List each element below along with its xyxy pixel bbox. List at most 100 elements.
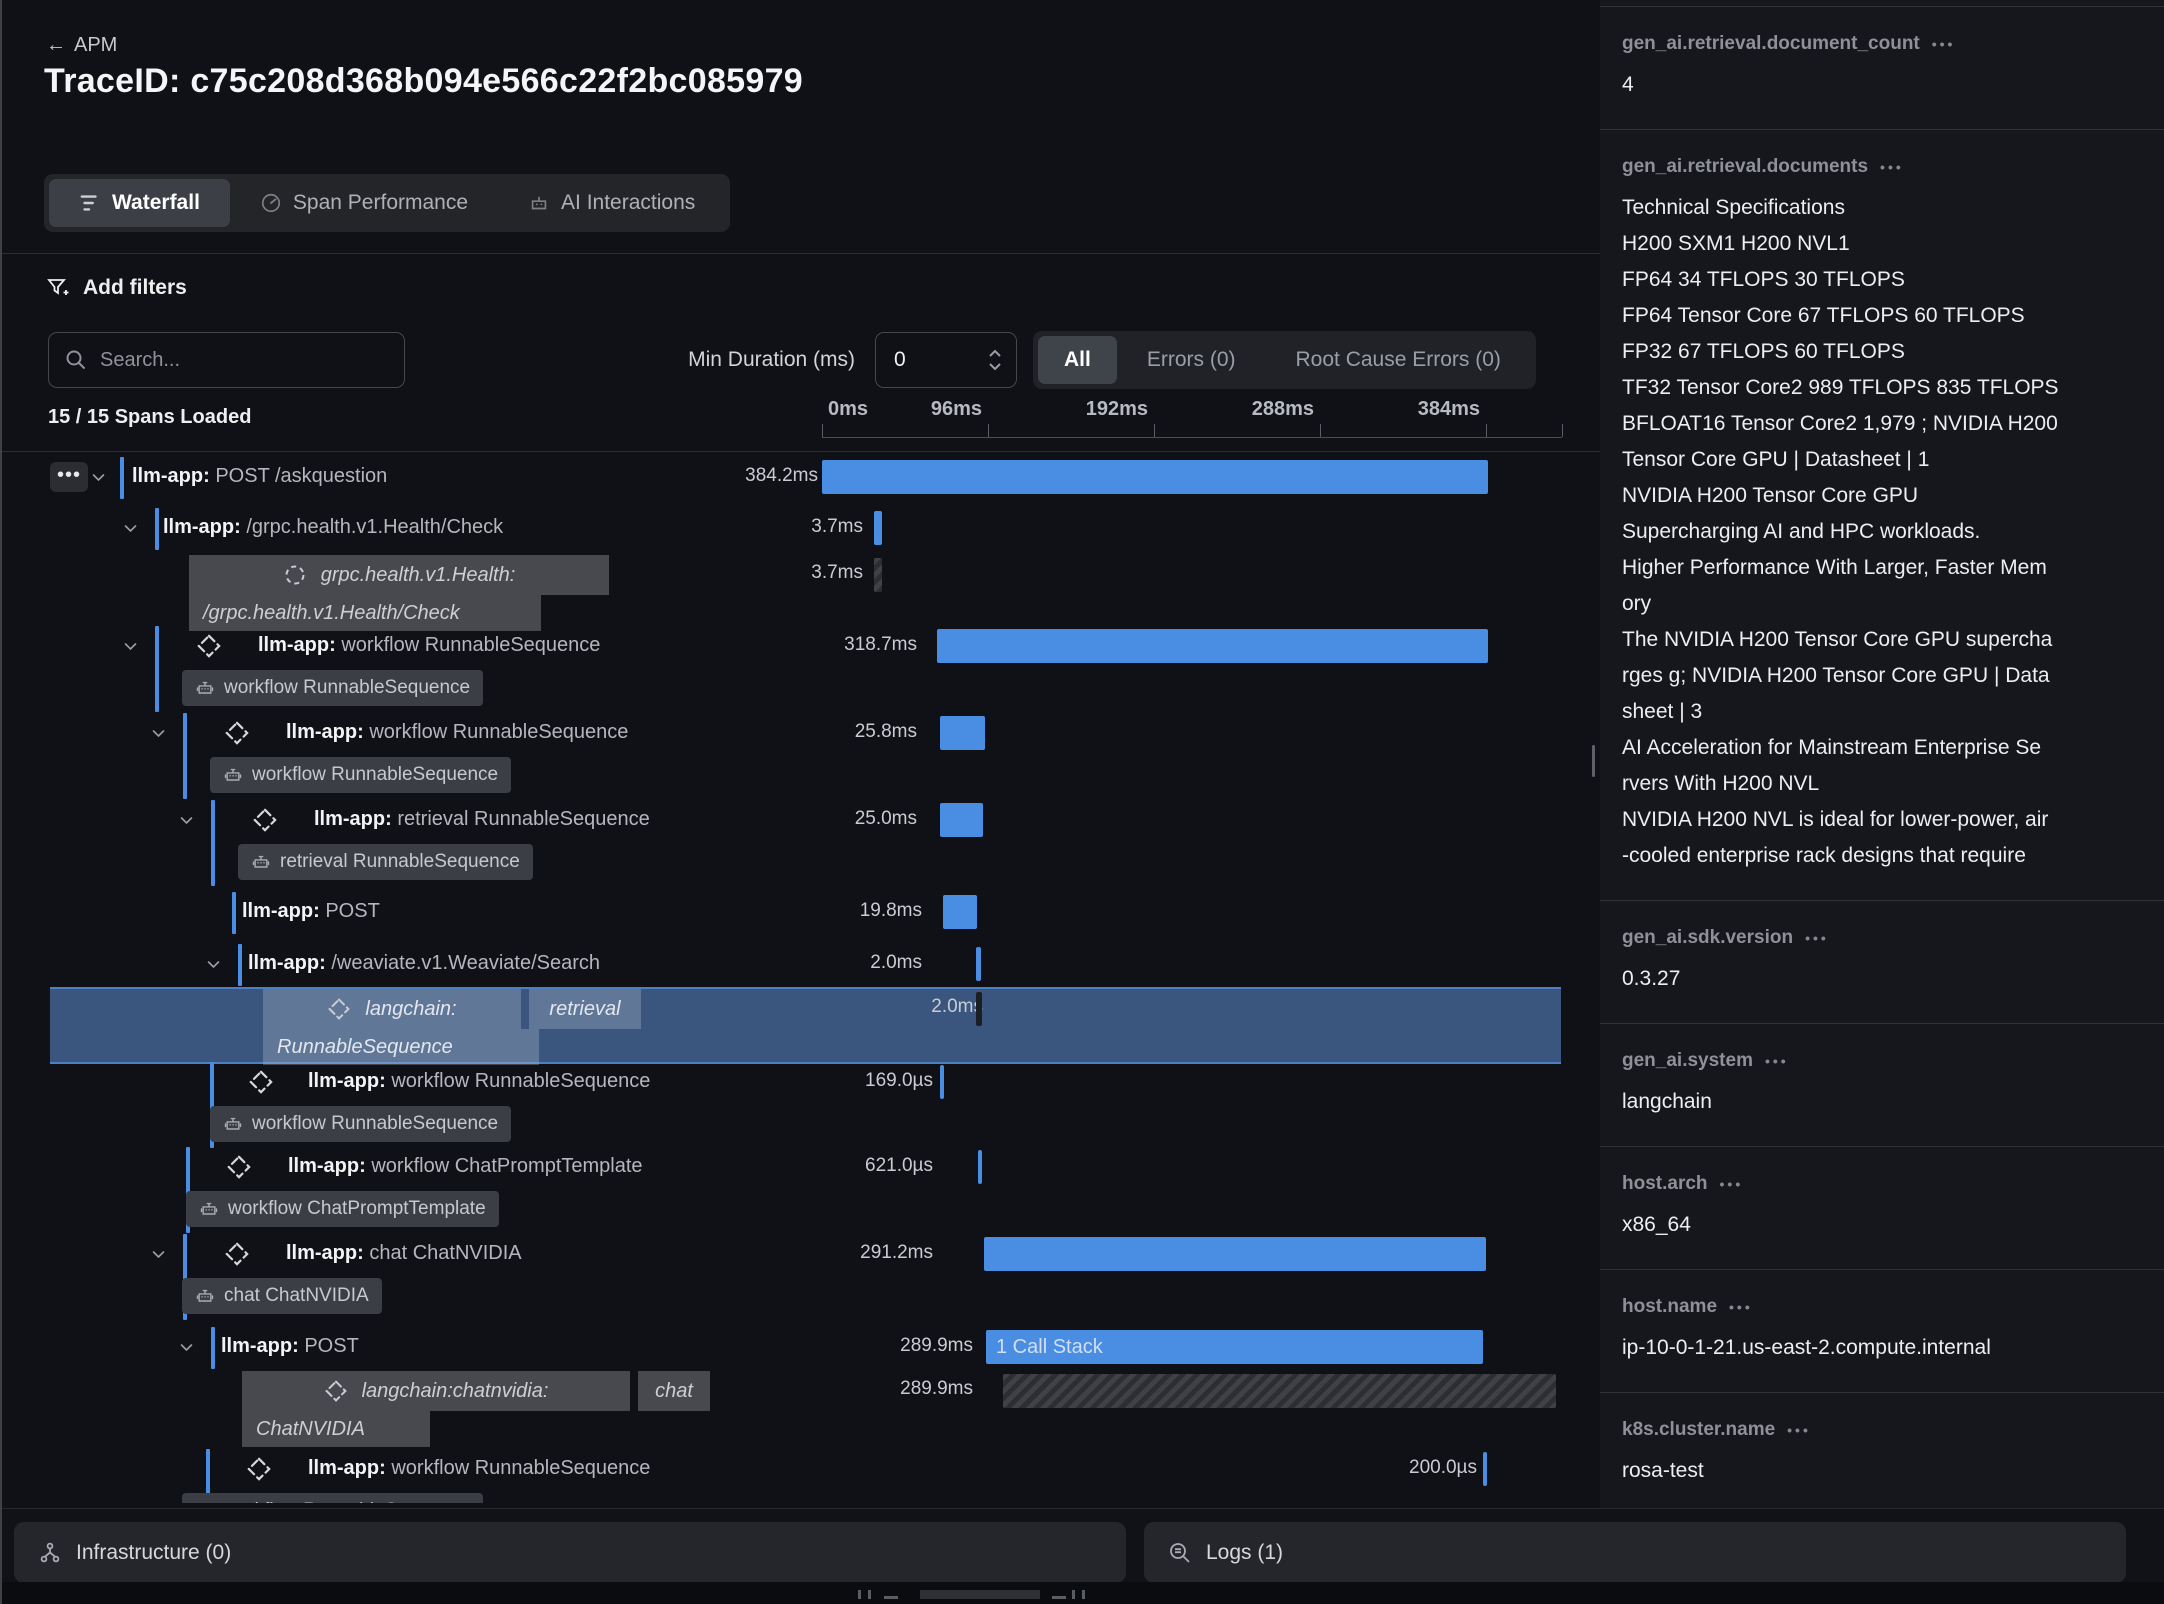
duration-bar[interactable]: [984, 1237, 1486, 1271]
span-duration: 289.9ms: [900, 1378, 973, 1400]
duration-bar[interactable]: [874, 558, 882, 592]
ghost-span-box[interactable]: langchain:: [263, 989, 521, 1029]
infrastructure-button[interactable]: Infrastructure (0): [14, 1522, 1126, 1583]
service-name: llm-app:: [308, 1070, 386, 1092]
segment-errors-0-[interactable]: Errors (0): [1117, 336, 1266, 384]
attribute-section: host.name•••ip-10-0-1-21.us-east-2.compu…: [1600, 1270, 2164, 1393]
tab-span-performance[interactable]: Span Performance: [230, 179, 498, 227]
duration-bar[interactable]: [976, 992, 982, 1026]
attribute-options-icon[interactable]: •••: [1765, 1053, 1789, 1069]
chip-robot-icon: [195, 678, 215, 698]
clipped-bottom-strip: [0, 1582, 2164, 1604]
duration-bar[interactable]: [874, 511, 882, 545]
duration-bar[interactable]: [976, 947, 981, 981]
duration-bar[interactable]: 1 Call Stack: [986, 1330, 1483, 1364]
panel-resize-handle[interactable]: [1592, 745, 1595, 777]
span-row[interactable]: llm-app: /weaviate.v1.Weaviate/Search2.0…: [0, 942, 1600, 986]
span-row-ghost[interactable]: grpc.health.v1.Health: /grpc.health.v1.He…: [0, 553, 1600, 631]
span-tag-chip[interactable]: workflow RunnableSequence: [182, 670, 483, 706]
span-tag-chip[interactable]: workflow RunnableSequence: [210, 757, 511, 793]
attribute-options-icon[interactable]: •••: [1720, 1176, 1744, 1192]
duration-bar[interactable]: [943, 895, 977, 929]
span-operation: chat ChatNVIDIA: [364, 1242, 522, 1264]
logs-search-icon: [1168, 1541, 1192, 1565]
diamond-icon: [248, 1069, 274, 1095]
span-row-ghost[interactable]: langchain:chatnvidia:chat ChatNVIDIA 289.9…: [0, 1369, 1600, 1445]
collapse-chevron[interactable]: [90, 469, 107, 486]
span-tag-chip[interactable]: workflow RunnableSequence: [182, 1493, 483, 1503]
infrastructure-label: Infrastructure (0): [76, 1541, 231, 1565]
ghost-span-text-line2: /grpc.health.v1.Health/Check: [203, 602, 460, 625]
collapse-chevron[interactable]: [122, 520, 139, 537]
attribute-section: gen_ai.system•••langchain: [1600, 1024, 2164, 1147]
attribute-key: gen_ai.retrieval.documents: [1622, 156, 1868, 178]
ghost-span-box[interactable]: langchain:chatnvidia:: [242, 1371, 630, 1411]
attribute-options-icon[interactable]: •••: [1880, 159, 1904, 175]
span-row[interactable]: llm-app: workflow RunnableSequence200.0µ…: [0, 1447, 1600, 1491]
row-options-button[interactable]: •••: [50, 462, 88, 492]
duration-bar[interactable]: [940, 716, 985, 750]
collapse-chevron[interactable]: [150, 1246, 167, 1263]
add-filters-button[interactable]: Add filters: [46, 276, 187, 300]
attribute-options-icon[interactable]: •••: [1805, 930, 1829, 946]
collapse-chevron[interactable]: [205, 956, 222, 973]
span-row[interactable]: llm-app: workflow RunnableSequence318.7m…: [0, 624, 1600, 668]
attribute-options-icon[interactable]: •••: [1787, 1422, 1811, 1438]
ghost-span-chip[interactable]: retrieval: [529, 989, 641, 1029]
span-row[interactable]: llm-app: workflow RunnableSequence25.8ms…: [0, 711, 1600, 755]
apm-trace-page: { "header": { "back_label": "APM", "titl…: [0, 0, 2164, 1604]
duration-bar[interactable]: [940, 1065, 944, 1099]
segment-root-cause-errors-0-[interactable]: Root Cause Errors (0): [1266, 336, 1531, 384]
duration-bar[interactable]: [978, 1150, 982, 1184]
duration-bar[interactable]: [1003, 1374, 1556, 1408]
span-tag-chip[interactable]: retrieval RunnableSequence: [238, 844, 533, 880]
duration-bar[interactable]: [822, 460, 1488, 494]
attribute-section: gen_ai.retrieval.documents•••Technical S…: [1600, 130, 2164, 901]
axis-baseline: [822, 437, 1562, 438]
min-duration-input[interactable]: 0: [875, 332, 1017, 388]
ghost-span-box-line2[interactable]: ChatNVIDIA: [242, 1411, 430, 1447]
stepper-up-icon[interactable]: [988, 349, 1002, 358]
span-duration: 291.2ms: [860, 1242, 933, 1264]
ghost-span-chip[interactable]: chat: [638, 1371, 710, 1411]
collapse-chevron[interactable]: [178, 1339, 195, 1356]
span-row[interactable]: •••llm-app: POST /askquestion384.2ms: [0, 455, 1600, 499]
span-operation: POST: [320, 900, 380, 922]
min-duration-label: Min Duration (ms): [600, 332, 855, 388]
duration-bar[interactable]: [937, 629, 1488, 663]
span-tag-chip[interactable]: workflow RunnableSequence: [210, 1106, 511, 1142]
collapse-chevron[interactable]: [122, 638, 139, 655]
duration-bar[interactable]: [940, 803, 983, 837]
span-row[interactable]: llm-app: POST289.9ms1 Call Stack: [0, 1325, 1600, 1369]
span-row-selected[interactable]: langchain:retrievalRunnableSequence2.0ms: [0, 987, 1600, 1064]
tab-ai-interactions[interactable]: AI Interactions: [498, 179, 725, 227]
collapse-chevron[interactable]: [178, 812, 195, 829]
chevron-down-icon: [178, 1339, 195, 1356]
span-row[interactable]: llm-app: /grpc.health.v1.Health/Check3.7…: [0, 506, 1600, 550]
span-row[interactable]: llm-app: chat ChatNVIDIA291.2mschat Chat…: [0, 1232, 1600, 1276]
back-to-apm-link[interactable]: ← APM: [46, 34, 117, 57]
span-row[interactable]: llm-app: retrieval RunnableSequence25.0m…: [0, 798, 1600, 842]
search-input[interactable]: Search...: [48, 332, 405, 388]
span-row[interactable]: llm-app: workflow RunnableSequence169.0µ…: [0, 1060, 1600, 1104]
ghost-span-box[interactable]: grpc.health.v1.Health:: [189, 555, 609, 595]
span-tag-chip[interactable]: chat ChatNVIDIA: [182, 1278, 382, 1314]
segment-all[interactable]: All: [1038, 336, 1117, 384]
langchain-diamond-icon: [246, 1456, 272, 1482]
chip-label: workflow ChatPromptTemplate: [228, 1198, 486, 1220]
divider: [0, 253, 1600, 254]
span-row[interactable]: llm-app: workflow ChatPromptTemplate621.…: [0, 1145, 1600, 1189]
span-row[interactable]: llm-app: POST19.8ms: [0, 890, 1600, 934]
collapse-chevron[interactable]: [150, 725, 167, 742]
stepper-down-icon[interactable]: [988, 362, 1002, 371]
dashed-circle-icon: [283, 563, 307, 587]
logs-button[interactable]: Logs (1): [1144, 1522, 2126, 1583]
tab-waterfall[interactable]: Waterfall: [49, 179, 230, 227]
duration-bar[interactable]: [1483, 1452, 1487, 1486]
span-duration: 25.0ms: [855, 808, 917, 830]
span-tag-chip[interactable]: workflow ChatPromptTemplate: [186, 1191, 499, 1227]
attribute-options-icon[interactable]: •••: [1932, 36, 1956, 52]
stepper-arrows[interactable]: [988, 349, 1016, 371]
attribute-options-icon[interactable]: •••: [1729, 1299, 1753, 1315]
ghost-span-text: grpc.health.v1.Health:: [321, 564, 516, 587]
